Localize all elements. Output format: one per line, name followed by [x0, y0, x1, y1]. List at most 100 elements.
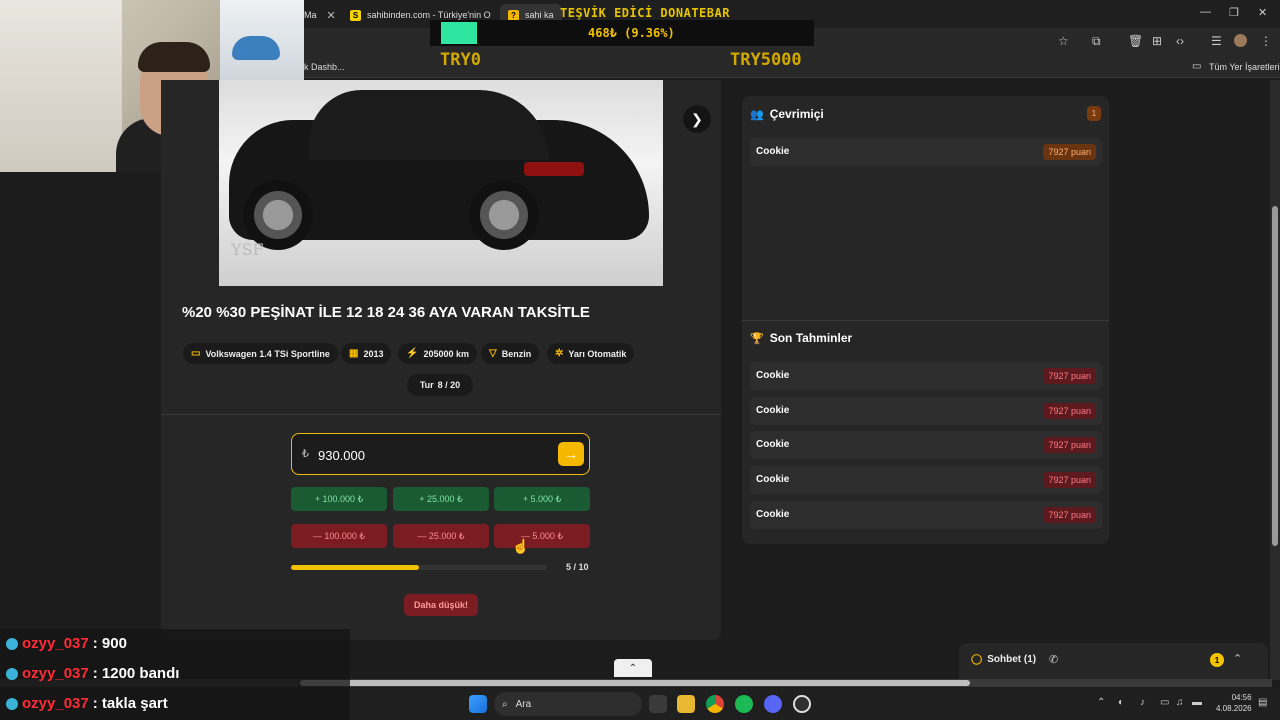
chat-label: Sohbet (1) — [987, 654, 1037, 665]
round-label: Tur — [419, 380, 434, 390]
recent-guess-row: Cookie 7927 puan — [750, 431, 1102, 459]
code-icon[interactable]: ‹› — [1176, 34, 1184, 48]
add-5000-button[interactable]: + 5.000 ₺ — [494, 487, 590, 511]
search-placeholder: Ara — [515, 698, 532, 710]
users-icon: 👥 — [750, 108, 764, 121]
player-name: Cookie — [756, 474, 790, 485]
extensions-icon[interactable]: ⧉ — [1092, 34, 1101, 49]
next-photo-button[interactable]: ❯ — [683, 105, 711, 133]
chat-username: ozyy_037 — [22, 635, 89, 652]
subtract-5000-button[interactable]: — 5.000 ₺ — [494, 524, 590, 548]
restore-icon[interactable]: ❐ — [1229, 6, 1239, 19]
user-badge-icon — [6, 637, 18, 650]
horizontal-scrollbar-thumb[interactable] — [300, 680, 970, 686]
chat-toggle[interactable]: ◯ Sohbet (1) — [971, 654, 1036, 665]
currency-symbol: ₺ — [302, 448, 309, 460]
app-tray-icon[interactable]: ◐ — [1118, 697, 1124, 708]
chevron-up-icon[interactable]: ⌃ — [1233, 652, 1242, 665]
chip-label: 2013 — [363, 348, 384, 359]
mouse-cursor-icon: ☝ — [512, 538, 530, 554]
recent-guess-row: Cookie 7927 puan — [750, 466, 1102, 494]
file-explorer-icon[interactable] — [677, 695, 695, 713]
sahibinden-favicon-icon: S — [350, 9, 361, 21]
arrow-right-icon: → — [564, 446, 578, 462]
player-score: 7927 puan — [1043, 403, 1096, 419]
stream-chat-message: ozyy_037 : 1200 bandı — [6, 665, 179, 682]
discord-icon[interactable] — [764, 695, 782, 713]
webcam-headphones — [232, 36, 280, 60]
car-wheel-rear — [469, 180, 539, 250]
round-indicator: Tur 8 / 20 — [407, 374, 473, 396]
chat-bar[interactable]: ◯ Sohbet (1) ✆ 1 ⌃ — [959, 643, 1268, 679]
lower-hint-badge: Daha düşük! — [404, 594, 478, 616]
clock-date: 4.08.2026 — [1216, 704, 1252, 713]
subtract-25000-button[interactable]: — 25.000 ₺ — [393, 524, 489, 548]
task-view-icon[interactable] — [649, 695, 667, 713]
microphone-icon[interactable]: ♪ — [1140, 697, 1145, 708]
steam-icon[interactable] — [793, 695, 811, 713]
phone-icon[interactable]: ✆ — [1049, 653, 1058, 666]
menu-icon[interactable]: ⋮ — [1260, 34, 1272, 48]
all-bookmarks[interactable]: Tüm Yer İşaretleri — [1209, 62, 1280, 72]
chip-model: ▭ Volkswagen 1.4 TSi Sportline — [183, 343, 338, 364]
chevron-right-icon: ❯ — [691, 110, 703, 127]
stream-chat-message: ozyy_037 : 900 — [6, 635, 127, 652]
tray-overflow-icon[interactable]: ⌃ — [1097, 697, 1105, 708]
recent-guess-row: Cookie 7927 puan — [750, 362, 1102, 390]
photo-watermark: YSF — [231, 240, 264, 259]
section-divider — [161, 414, 721, 415]
scroll-up-button[interactable]: ⌃ — [614, 659, 652, 677]
folder-icon: ▭ — [1192, 61, 1202, 72]
close-icon[interactable]: ✕ — [327, 9, 336, 22]
player-name: Cookie — [756, 509, 790, 520]
player-name: Cookie — [756, 146, 790, 157]
volume-icon[interactable]: ♫ — [1176, 697, 1184, 708]
network-icon[interactable]: ▭ — [1160, 697, 1169, 708]
car-roof-shape — [309, 90, 549, 160]
online-title: Çevrimiçi — [769, 107, 824, 121]
tab-label: Ma — [304, 10, 317, 20]
profile-avatar[interactable] — [1234, 34, 1247, 47]
player-name: Cookie — [756, 405, 790, 416]
bookmark-dashboard[interactable]: k Dashb... — [304, 62, 345, 72]
subtract-100000-button[interactable]: — 100.000 ₺ — [291, 524, 387, 548]
donation-goal-label: TRY5000 — [730, 50, 802, 70]
chip-mileage: ⚡ 205000 km — [398, 343, 477, 364]
car-icon: ▭ — [191, 348, 201, 359]
price-input[interactable] — [318, 444, 538, 466]
submit-guess-button[interactable]: → — [558, 442, 584, 466]
donation-title: TEŞVİK EDİCİ DONATEBAR — [560, 6, 730, 20]
chat-username: ozyy_037 — [22, 695, 89, 712]
vertical-scrollbar-thumb[interactable] — [1272, 206, 1278, 546]
chat-text: : 1200 bandı — [92, 665, 180, 682]
donation-amount: 468₺ (9.36%) — [588, 26, 675, 40]
add-100000-button[interactable]: + 100.000 ₺ — [291, 487, 387, 511]
taskbar-search[interactable]: ⌕ Ara — [494, 692, 642, 716]
add-25000-button[interactable]: + 25.000 ₺ — [393, 487, 489, 511]
player-score: 7927 puan — [1043, 472, 1096, 488]
chip-label: Yarı Otomatik — [568, 348, 627, 359]
clock-time: 04:56 — [1231, 693, 1252, 702]
attempt-progress-fill — [291, 565, 419, 570]
webcam-background — [0, 0, 122, 172]
vertical-scrollbar[interactable] — [1270, 80, 1280, 680]
fuel-icon: ▽ — [489, 348, 497, 359]
taskbar-clock[interactable]: 04:56 4.08.2026 — [1216, 692, 1252, 714]
online-player-row: Cookie 7927 puan — [750, 138, 1102, 166]
car-photo: YSF — [219, 80, 663, 286]
star-icon[interactable]: ☆ — [1058, 34, 1069, 48]
spotify-icon[interactable] — [735, 695, 753, 713]
window-close-icon[interactable]: ✕ — [1258, 6, 1267, 19]
battery-icon[interactable]: ▬ — [1192, 697, 1202, 708]
queue-icon[interactable]: ☰ — [1211, 34, 1222, 48]
chrome-icon[interactable] — [706, 695, 724, 713]
user-badge-icon — [6, 697, 18, 710]
windows-start-icon[interactable] — [469, 695, 487, 713]
notification-icon[interactable]: ▤ — [1258, 697, 1267, 708]
stream-chat-overlay: ozyy_037 : 900 ozyy_037 : 1200 bandı ozy… — [0, 629, 350, 720]
chat-bubble-icon: ◯ — [971, 654, 983, 665]
trash-icon[interactable]: 🗑 — [1128, 34, 1143, 48]
recent-guess-row: Cookie 7927 puan — [750, 397, 1102, 425]
grid-icon[interactable]: ⊞ — [1152, 34, 1162, 48]
minimize-icon[interactable]: — — [1200, 6, 1211, 18]
